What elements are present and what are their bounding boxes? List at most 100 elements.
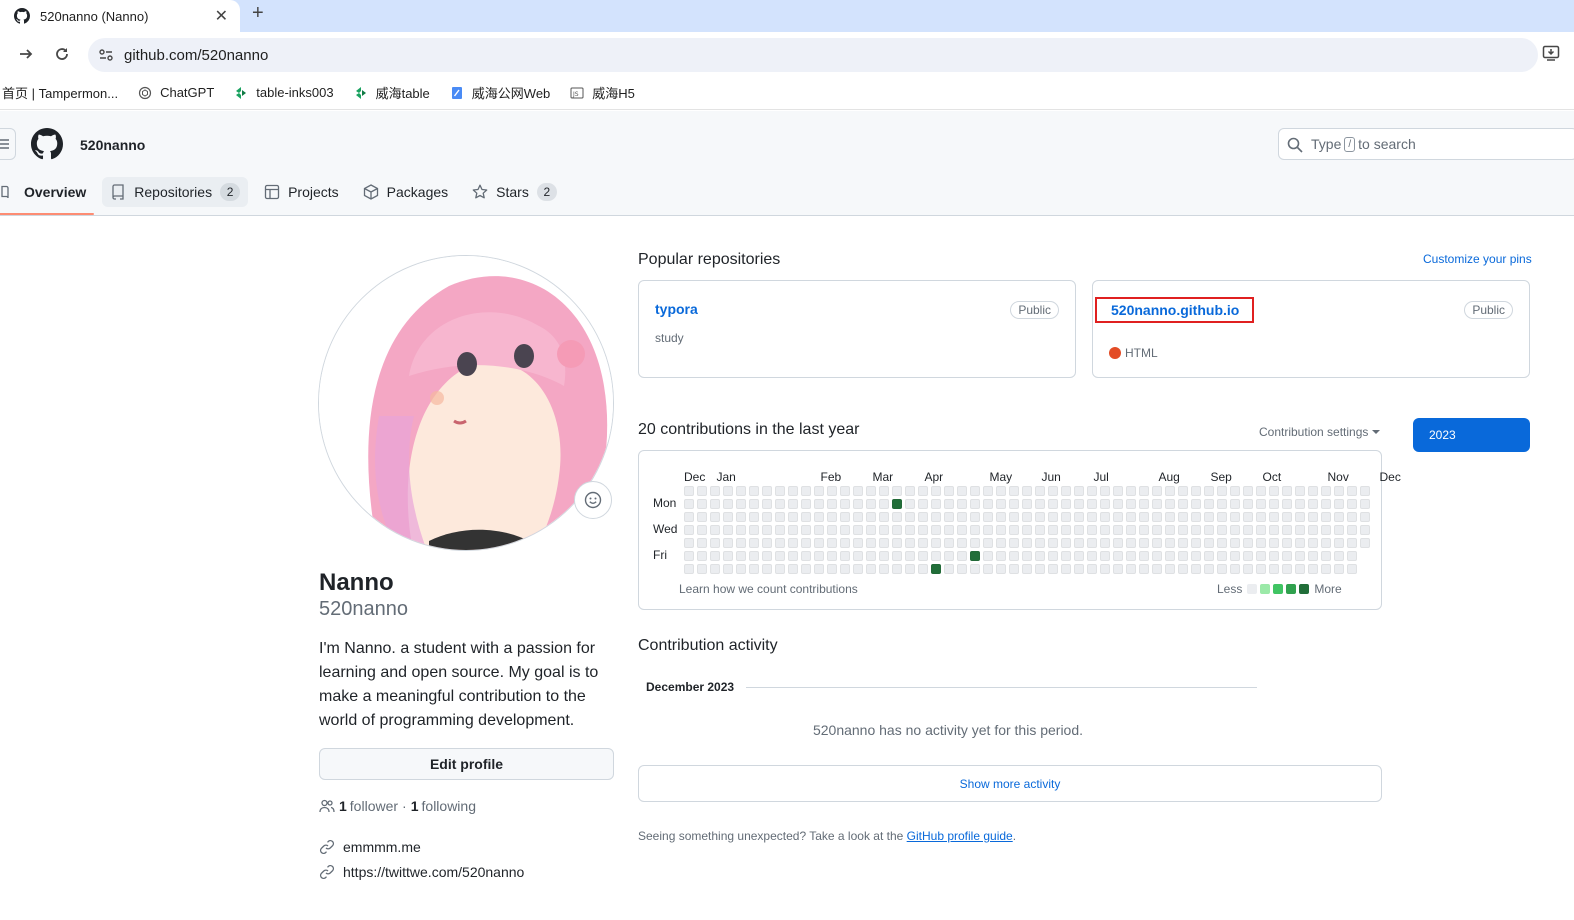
- contribution-day[interactable]: [879, 486, 889, 496]
- contribution-day[interactable]: [1256, 538, 1266, 548]
- contribution-day[interactable]: [1009, 564, 1019, 574]
- tab-stars[interactable]: Stars 2: [464, 177, 565, 207]
- contribution-day[interactable]: [801, 564, 811, 574]
- contribution-day[interactable]: [866, 486, 876, 496]
- contribution-day[interactable]: [1152, 512, 1162, 522]
- contribution-day[interactable]: [723, 538, 733, 548]
- contribution-day[interactable]: [814, 525, 824, 535]
- contribution-day[interactable]: [970, 525, 980, 535]
- contribution-day[interactable]: [1243, 512, 1253, 522]
- contribution-day[interactable]: [1165, 499, 1175, 509]
- contribution-day[interactable]: [892, 499, 902, 509]
- contribution-day[interactable]: [1204, 499, 1214, 509]
- contribution-day[interactable]: [1243, 564, 1253, 574]
- contribution-day[interactable]: [1113, 499, 1123, 509]
- contribution-day[interactable]: [983, 551, 993, 561]
- avatar[interactable]: [318, 255, 614, 551]
- contribution-day[interactable]: [879, 551, 889, 561]
- contribution-day[interactable]: [931, 512, 941, 522]
- contribution-day[interactable]: [723, 551, 733, 561]
- contribution-day[interactable]: [710, 551, 720, 561]
- new-tab-icon[interactable]: +: [252, 2, 264, 25]
- contribution-day[interactable]: [957, 551, 967, 561]
- contribution-day[interactable]: [749, 486, 759, 496]
- contribution-day[interactable]: [801, 525, 811, 535]
- contribution-day[interactable]: [1243, 486, 1253, 496]
- contribution-day[interactable]: [1191, 512, 1201, 522]
- header-username[interactable]: 520nanno: [80, 137, 145, 153]
- contribution-day[interactable]: [1191, 564, 1201, 574]
- contribution-day[interactable]: [1308, 512, 1318, 522]
- contribution-day[interactable]: [892, 551, 902, 561]
- contribution-day[interactable]: [1282, 486, 1292, 496]
- contribution-day[interactable]: [710, 538, 720, 548]
- contribution-day[interactable]: [983, 512, 993, 522]
- contribution-day[interactable]: [697, 551, 707, 561]
- contribution-day[interactable]: [775, 564, 785, 574]
- contribution-day[interactable]: [1061, 525, 1071, 535]
- contribution-day[interactable]: [1256, 525, 1266, 535]
- contribution-day[interactable]: [879, 538, 889, 548]
- contribution-day[interactable]: [762, 486, 772, 496]
- contribution-day[interactable]: [1165, 486, 1175, 496]
- contribution-day[interactable]: [1243, 499, 1253, 509]
- contribution-day[interactable]: [905, 564, 915, 574]
- repo-link[interactable]: typora: [655, 301, 698, 317]
- tab-packages[interactable]: Packages: [355, 177, 456, 207]
- contribution-day[interactable]: [1048, 525, 1058, 535]
- contribution-day[interactable]: [1269, 564, 1279, 574]
- contribution-day[interactable]: [1217, 512, 1227, 522]
- contribution-day[interactable]: [1256, 512, 1266, 522]
- contribution-day[interactable]: [697, 538, 707, 548]
- contribution-day[interactable]: [983, 538, 993, 548]
- contribution-day[interactable]: [840, 525, 850, 535]
- contribution-day[interactable]: [1321, 525, 1331, 535]
- contribution-day[interactable]: [970, 551, 980, 561]
- contribution-day[interactable]: [1061, 564, 1071, 574]
- contribution-day[interactable]: [1347, 499, 1357, 509]
- contribution-day[interactable]: [1191, 499, 1201, 509]
- contribution-day[interactable]: [1334, 525, 1344, 535]
- contribution-day[interactable]: [840, 538, 850, 548]
- contribution-day[interactable]: [1165, 551, 1175, 561]
- set-status-button[interactable]: [574, 481, 612, 519]
- contribution-day[interactable]: [892, 486, 902, 496]
- contribution-day[interactable]: [1126, 551, 1136, 561]
- contribution-day[interactable]: [1321, 538, 1331, 548]
- contribution-day[interactable]: [1256, 499, 1266, 509]
- contribution-day[interactable]: [1295, 486, 1305, 496]
- contribution-day[interactable]: [957, 499, 967, 509]
- contribution-day[interactable]: [905, 499, 915, 509]
- tab-overview[interactable]: Overview: [0, 177, 95, 215]
- contribution-day[interactable]: [1022, 512, 1032, 522]
- contribution-day[interactable]: [1269, 499, 1279, 509]
- contribution-day[interactable]: [1165, 538, 1175, 548]
- contribution-day[interactable]: [1191, 551, 1201, 561]
- contribution-day[interactable]: [1035, 551, 1045, 561]
- install-app-icon[interactable]: [1542, 44, 1560, 62]
- contribution-day[interactable]: [1217, 538, 1227, 548]
- contribution-day[interactable]: [1347, 486, 1357, 496]
- contribution-day[interactable]: [1126, 564, 1136, 574]
- bookmark-weihai-web[interactable]: 威海公网Web: [450, 83, 550, 102]
- contribution-day[interactable]: [1204, 551, 1214, 561]
- contribution-day[interactable]: [840, 499, 850, 509]
- contribution-day[interactable]: [1113, 538, 1123, 548]
- contribution-day[interactable]: [944, 564, 954, 574]
- contribution-day[interactable]: [853, 538, 863, 548]
- contribution-day[interactable]: [1321, 499, 1331, 509]
- contribution-day[interactable]: [931, 551, 941, 561]
- contribution-day[interactable]: [1087, 525, 1097, 535]
- contribution-day[interactable]: [957, 564, 967, 574]
- contribution-day[interactable]: [918, 551, 928, 561]
- contribution-day[interactable]: [840, 512, 850, 522]
- contribution-day[interactable]: [684, 538, 694, 548]
- contribution-day[interactable]: [1321, 564, 1331, 574]
- contribution-day[interactable]: [762, 499, 772, 509]
- contribution-day[interactable]: [1100, 538, 1110, 548]
- contribution-day[interactable]: [1165, 564, 1175, 574]
- contribution-day[interactable]: [944, 499, 954, 509]
- contribution-day[interactable]: [1191, 538, 1201, 548]
- contribution-day[interactable]: [970, 538, 980, 548]
- contribution-day[interactable]: [879, 512, 889, 522]
